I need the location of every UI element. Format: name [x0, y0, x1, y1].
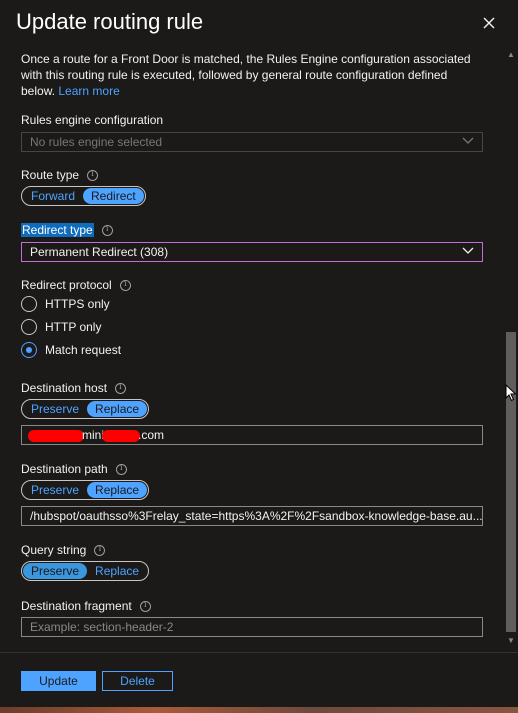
redirect-type-dropdown[interactable]: Permanent Redirect (308) — [21, 242, 483, 262]
destination-path-preserve[interactable]: Preserve — [23, 482, 87, 498]
rules-engine-label: Rules engine configuration — [21, 113, 164, 127]
destination-path-input[interactable]: /hubspot/oauthsso%3Frelay_state=https%3A… — [21, 506, 483, 526]
destination-host-label: Destination host — [21, 381, 127, 395]
rules-engine-dropdown[interactable]: No rules engine selected — [21, 132, 483, 152]
desktop-background-strip — [0, 707, 518, 713]
mouse-pointer-icon — [505, 384, 517, 402]
learn-more-link[interactable]: Learn more — [58, 84, 119, 98]
redirect-protocol-label: Redirect protocol — [21, 278, 131, 292]
destination-host-toggle[interactable]: Preserve Replace — [21, 399, 150, 419]
panel-footer: Update Delete — [0, 652, 518, 713]
close-icon — [483, 17, 495, 29]
info-icon[interactable] — [94, 544, 106, 556]
radio-match-request[interactable]: Match request — [21, 342, 121, 358]
info-icon[interactable] — [119, 279, 131, 291]
radio-https-only[interactable]: HTTPS only — [21, 296, 110, 312]
destination-host-replace[interactable]: Replace — [87, 401, 148, 417]
vertical-scrollbar[interactable]: ▲ ▼ — [504, 48, 518, 648]
update-button[interactable]: Update — [21, 671, 96, 691]
scrollbar-thumb[interactable] — [506, 332, 516, 632]
rules-engine-placeholder: No rules engine selected — [30, 135, 163, 149]
delete-button[interactable]: Delete — [102, 671, 173, 691]
query-string-replace[interactable]: Replace — [87, 563, 147, 579]
redaction-mark — [28, 429, 84, 442]
route-type-label: Route type — [21, 168, 99, 182]
scroll-down-icon[interactable]: ▼ — [507, 636, 515, 645]
info-icon[interactable] — [101, 224, 113, 236]
scroll-up-icon[interactable]: ▲ — [507, 50, 515, 59]
info-icon[interactable] — [87, 169, 99, 181]
query-string-toggle[interactable]: Preserve Replace — [21, 561, 150, 581]
panel-body[interactable]: Once a route for a Front Door is matched… — [0, 48, 504, 648]
info-icon[interactable] — [115, 463, 127, 475]
route-type-toggle[interactable]: Forward Redirect — [21, 186, 146, 206]
redirect-type-label: Redirect type — [21, 223, 113, 237]
redaction-mark — [102, 429, 141, 442]
intro-description: Once a route for a Front Door is matched… — [21, 51, 481, 99]
destination-fragment-label: Destination fragment — [21, 599, 151, 613]
chevron-down-icon — [462, 137, 474, 144]
destination-host-preserve[interactable]: Preserve — [23, 401, 87, 417]
destination-fragment-input[interactable]: Example: section-header-2 — [21, 617, 483, 637]
radio-circle — [21, 296, 37, 312]
query-string-label: Query string — [21, 543, 106, 557]
route-type-redirect[interactable]: Redirect — [83, 188, 144, 204]
destination-path-replace[interactable]: Replace — [87, 482, 148, 498]
info-icon[interactable] — [115, 382, 127, 394]
radio-circle — [21, 319, 37, 335]
destination-path-toggle[interactable]: Preserve Replace — [21, 480, 150, 500]
info-icon[interactable] — [139, 600, 151, 612]
panel-header: Update routing rule — [0, 0, 518, 48]
page-title: Update routing rule — [16, 9, 204, 34]
radio-circle-checked — [21, 342, 37, 358]
query-string-preserve[interactable]: Preserve — [23, 563, 88, 579]
route-type-forward[interactable]: Forward — [23, 188, 83, 204]
destination-host-input[interactable]: mini .com — [21, 425, 483, 445]
close-button[interactable] — [480, 14, 498, 32]
routing-rule-panel: Update routing rule Once a route for a F… — [0, 0, 518, 713]
radio-http-only[interactable]: HTTP only — [21, 319, 101, 335]
chevron-down-icon — [462, 247, 474, 254]
destination-path-label: Destination path — [21, 462, 127, 476]
redirect-type-value: Permanent Redirect (308) — [30, 245, 169, 259]
